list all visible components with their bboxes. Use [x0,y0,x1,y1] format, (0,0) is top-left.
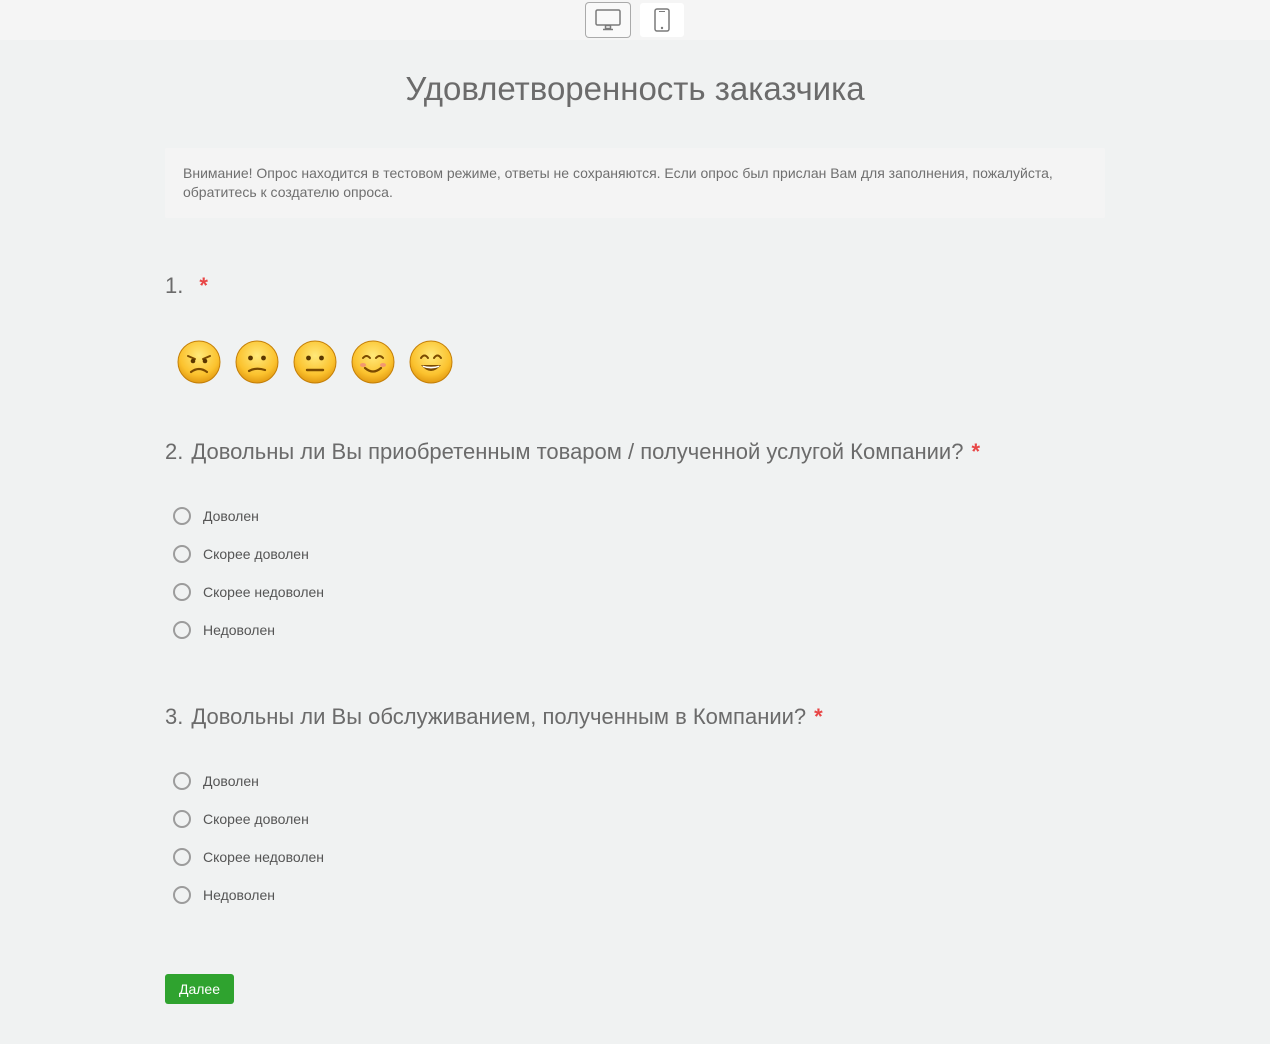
q2-option-1[interactable]: Скорее доволен [173,535,1105,573]
survey-content: Внимание! Опрос находится в тестовом реж… [165,148,1105,1004]
q3-option-1-label: Скорее доволен [203,811,309,827]
mobile-view-button[interactable] [640,3,684,37]
question-3-text: Довольны ли Вы обслуживанием, полученным… [191,703,806,732]
emoji-grin[interactable] [409,340,453,384]
desktop-icon [595,9,621,31]
q3-option-0[interactable]: Доволен [173,762,1105,800]
question-3-options: Доволен Скорее доволен Скорее недоволен … [165,762,1105,914]
q2-option-3[interactable]: Недоволен [173,611,1105,649]
radio-icon [173,545,191,563]
q2-option-0-label: Доволен [203,508,259,524]
radio-icon [173,583,191,601]
question-3-number: 3. [165,703,183,732]
q2-option-1-label: Скорее доволен [203,546,309,562]
q2-option-2[interactable]: Скорее недоволен [173,573,1105,611]
q2-option-3-label: Недоволен [203,622,275,638]
q3-option-3[interactable]: Недоволен [173,876,1105,914]
emoji-smile[interactable] [351,340,395,384]
question-2-options: Доволен Скорее доволен Скорее недоволен … [165,497,1105,649]
question-3: 3. Довольны ли Вы обслуживанием, получен… [165,703,1105,914]
question-1: 1. * [165,272,1105,385]
question-1-header: 1. * [165,272,1105,301]
q3-option-2[interactable]: Скорее недоволен [173,838,1105,876]
emoji-neutral[interactable] [293,340,337,384]
survey-footer: Далее [165,974,1105,1004]
emoji-rating-row [165,340,1105,384]
q3-option-2-label: Скорее недоволен [203,849,324,865]
next-button[interactable]: Далее [165,974,234,1004]
desktop-view-button[interactable] [586,3,630,37]
q2-option-0[interactable]: Доволен [173,497,1105,535]
question-3-header: 3. Довольны ли Вы обслуживанием, получен… [165,703,1105,732]
question-2-header: 2. Довольны ли Вы приобретенным товаром … [165,438,1105,467]
emoji-angry[interactable] [177,340,221,384]
emoji-confused[interactable] [235,340,279,384]
radio-icon [173,810,191,828]
radio-icon [173,848,191,866]
question-2: 2. Довольны ли Вы приобретенным товаром … [165,438,1105,649]
test-mode-notice: Внимание! Опрос находится в тестовом реж… [165,148,1105,218]
mobile-icon [654,8,670,32]
radio-icon [173,886,191,904]
required-marker: * [814,703,823,732]
survey-title: Удовлетворенность заказчика [0,70,1270,108]
q3-option-0-label: Доволен [203,773,259,789]
q3-option-3-label: Недоволен [203,887,275,903]
device-selector-bar [0,0,1270,40]
survey-page: Удовлетворенность заказчика Внимание! Оп… [0,40,1270,1004]
question-2-number: 2. [165,438,183,467]
required-marker: * [199,272,208,301]
q3-option-1[interactable]: Скорее доволен [173,800,1105,838]
radio-icon [173,772,191,790]
q2-option-2-label: Скорее недоволен [203,584,324,600]
question-2-text: Довольны ли Вы приобретенным товаром / п… [191,438,963,467]
radio-icon [173,621,191,639]
required-marker: * [971,438,980,467]
radio-icon [173,507,191,525]
question-1-number: 1. [165,272,183,301]
